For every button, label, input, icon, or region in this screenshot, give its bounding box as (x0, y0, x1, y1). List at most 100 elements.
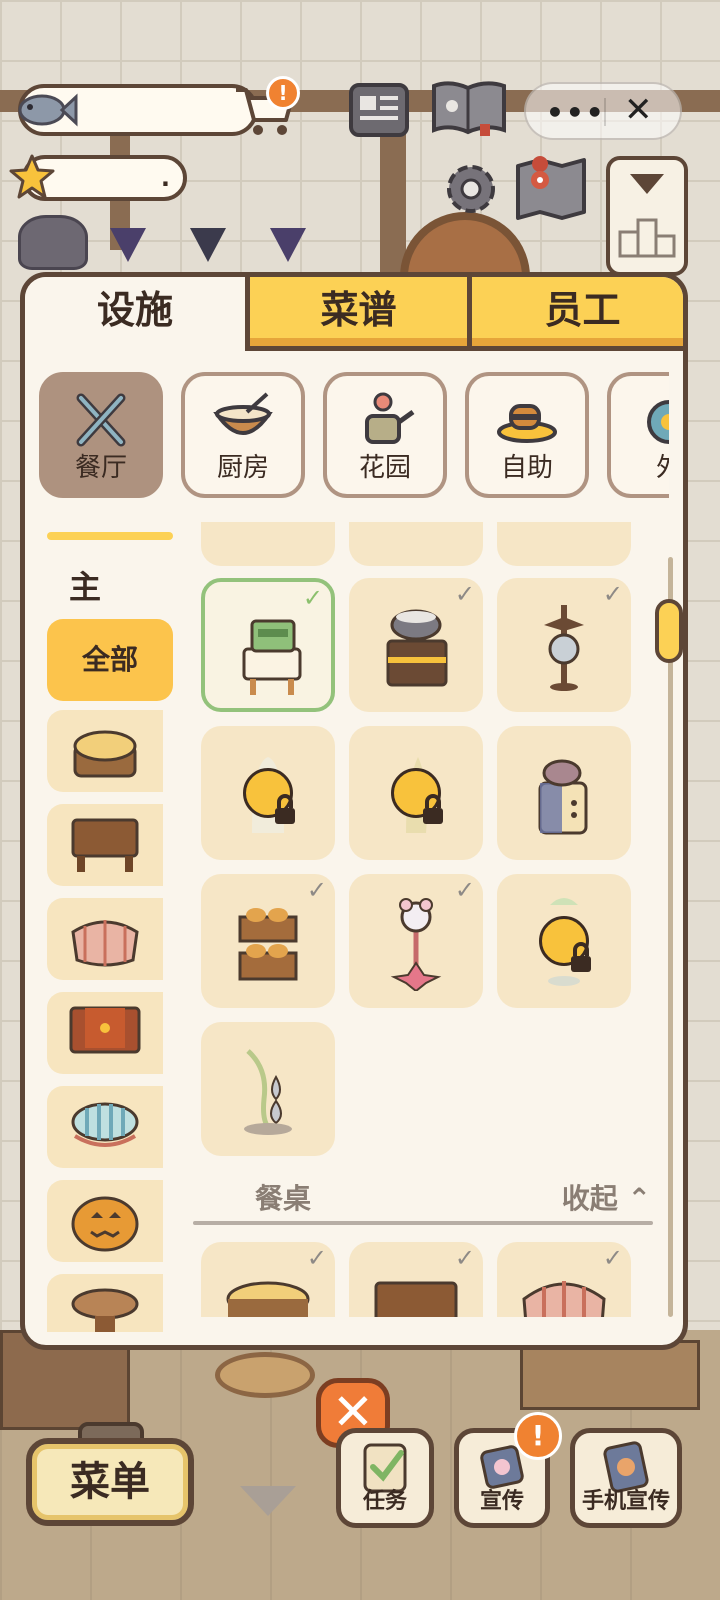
promote-alert-badge: ! (514, 1412, 562, 1460)
star-value: . (160, 164, 170, 192)
collapse-arrow-icon[interactable] (240, 1486, 296, 1516)
category-label: 外 (611, 447, 669, 484)
cat-stove-icon (538, 759, 588, 835)
phone-promote-label: 手机宣传 (581, 1489, 670, 1514)
category-kitchen[interactable]: 厨房 (181, 372, 305, 498)
leaderboard-button[interactable] (606, 156, 688, 276)
phone-promote-button[interactable]: 手机宣传 (570, 1428, 682, 1528)
map-icon[interactable] (514, 156, 588, 222)
category-label: 餐厅 (74, 453, 127, 483)
cash-register-icon (242, 619, 302, 695)
grid-tile-cash-register[interactable]: ✓ (201, 578, 335, 712)
facility-panel: 设施 菜谱 员工 餐厅 厨房 花园 自助 主 全部 ✓ ✓ ✓ ✓ ✓ 餐桌 收… (20, 272, 688, 1350)
tab-facilities[interactable]: 设施 (25, 277, 245, 351)
stump-table-icon (226, 1281, 310, 1317)
sidebar-item-pumpkin-table[interactable] (47, 1180, 163, 1262)
bread-shelf-icon (238, 908, 298, 981)
category-label: 厨房 (216, 453, 269, 483)
grid-tile-stump-table[interactable]: ✓ (201, 1242, 335, 1317)
sidebar-item-all[interactable]: 全部 (47, 619, 173, 701)
grid-tile-wood-table[interactable]: ✓ (349, 1242, 483, 1317)
utensils-icon (76, 393, 126, 447)
outdoor-icon (647, 400, 669, 444)
capsule-divider (604, 98, 606, 126)
round-stool-table-icon (71, 1288, 139, 1332)
grid-tile[interactable] (497, 522, 631, 566)
tab-staff[interactable]: 员工 (467, 277, 683, 351)
bunting-flag (190, 228, 226, 262)
tasks-button[interactable]: 任务 (336, 1428, 434, 1528)
category-garden[interactable]: 花园 (323, 372, 447, 498)
stump-table-icon (73, 730, 137, 778)
grid-tile-ghost-decor[interactable] (201, 726, 335, 860)
fish-icon (18, 93, 78, 127)
lock-icon (391, 768, 443, 824)
collapse-toggle[interactable]: 收起 ⌃ (562, 1177, 651, 1217)
scrollbar-thumb[interactable] (655, 599, 683, 663)
recipe-book-icon[interactable] (430, 78, 508, 138)
grid-tile[interactable] (201, 522, 335, 566)
water-drop-fountain-icon (244, 1049, 292, 1135)
checkered-table-icon (71, 920, 139, 967)
grid-tile[interactable] (349, 522, 483, 566)
sidebar-item-round-stool-table[interactable] (47, 1274, 163, 1332)
subcategory-sidebar: 主 全部 (25, 522, 183, 1332)
gear-icon[interactable] (440, 158, 502, 220)
close-app-icon[interactable]: ✕ (624, 90, 653, 130)
grid-tile-cauldron-cart[interactable]: ✓ (349, 578, 483, 712)
grid-tile-checkered-table[interactable]: ✓ (497, 1242, 631, 1317)
background-shelf (520, 1340, 700, 1410)
cart-alert-badge: ! (266, 76, 300, 110)
scrollbar-track[interactable] (668, 557, 673, 1317)
sidebar-item-checkered-table[interactable] (47, 898, 163, 980)
wood-table-icon (374, 1281, 458, 1317)
sidebar-item-striped-table[interactable] (47, 1086, 163, 1168)
grid-tile-smoke-fountain[interactable] (349, 726, 483, 860)
cat-mat (215, 1352, 315, 1398)
facility-grid: ✓ ✓ ✓ ✓ ✓ 餐桌 收起 ⌃ ✓ ✓ ✓ (193, 522, 673, 1317)
cauldron-cart-icon (386, 609, 448, 687)
mixing-bowl-icon (213, 392, 273, 435)
star-icon (9, 154, 55, 199)
tab-recipes[interactable]: 菜谱 (245, 277, 467, 351)
sidebar-item-stump-table[interactable] (47, 710, 163, 792)
checkered-table-icon (522, 1281, 606, 1317)
more-options-icon[interactable]: ••• (546, 96, 606, 129)
section-divider (193, 1221, 653, 1225)
sidebar-divider (47, 532, 173, 540)
tasks-label: 任务 (362, 1489, 407, 1514)
bunting-flag (270, 228, 306, 262)
podium-icon (618, 174, 676, 258)
category-buffet[interactable]: 自助 (465, 372, 589, 498)
wood-table-icon (71, 818, 139, 872)
buffet-food-icon (497, 404, 557, 443)
bunting-flag (110, 228, 146, 262)
newspaper-icon[interactable] (348, 82, 410, 138)
sidebar-heading: 主 (69, 568, 102, 606)
sidebar-item-red-cloth-table[interactable] (47, 992, 163, 1074)
striped-table-icon (71, 1102, 139, 1147)
section-title: 餐桌 (255, 1182, 312, 1215)
grid-tile-water-drop-fountain[interactable] (201, 1022, 335, 1156)
mini-program-capsule: ••• ✕ (524, 82, 682, 140)
category-outdoor[interactable]: 外 (607, 372, 669, 498)
grid-tile-plant-decor[interactable] (497, 874, 631, 1008)
red-cloth-table-icon (69, 1006, 141, 1054)
category-row: 餐厅 厨房 花园 自助 (25, 372, 669, 508)
lock-icon (539, 916, 591, 972)
grid-tile-mouse-star-lamp[interactable]: ✓ (349, 874, 483, 1008)
mouse-star-lamp-icon (390, 898, 442, 991)
category-restaurant[interactable]: 餐厅 (39, 372, 163, 498)
background-cat (18, 215, 88, 270)
grid-tile-bread-shelf[interactable]: ✓ (201, 874, 335, 1008)
bat-lamp-icon (544, 605, 584, 691)
pumpkin-table-icon (71, 1196, 139, 1252)
grid-tile-bat-lamp[interactable]: ✓ (497, 578, 631, 712)
category-label: 花园 (358, 453, 411, 483)
section-header-dining-tables: 餐桌 收起 ⌃ (193, 1177, 673, 1225)
watering-can-icon (365, 392, 415, 444)
menu-button[interactable]: 菜单 (26, 1438, 194, 1526)
grid-tile-cat-stove[interactable] (497, 726, 631, 860)
sidebar-item-wood-table[interactable] (47, 804, 163, 886)
promote-label: 宣传 (479, 1489, 524, 1514)
